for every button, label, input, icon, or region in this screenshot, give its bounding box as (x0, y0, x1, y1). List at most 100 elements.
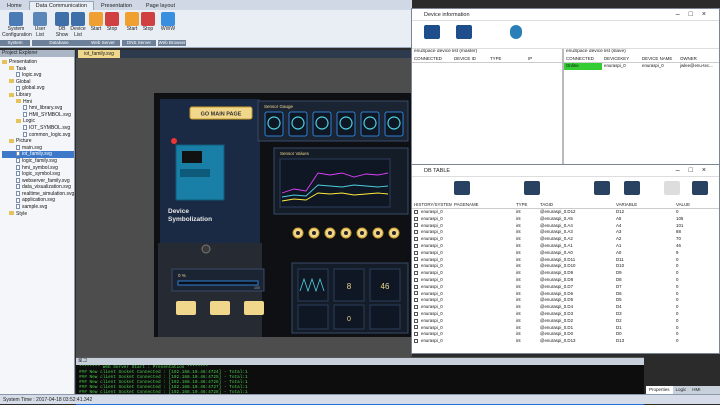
db-export-icon[interactable] (594, 181, 610, 195)
db-row[interactable]: enuraspi_0 int @enuraspi_0.D7 D7 0 (412, 284, 719, 291)
device-row[interactable]: Online enuraspi_0 enuraspi_0 jwlee@enu-tec.… (564, 63, 719, 70)
tree-item[interactable]: Presentation (2, 59, 74, 66)
ribbon-tab[interactable]: Presentation (94, 1, 139, 10)
db-row[interactable]: enuraspi_0 int @enuraspi_0.A5 A5 105 (412, 216, 719, 223)
column-header[interactable]: TYPE (488, 55, 526, 62)
history-checkbox[interactable] (414, 311, 418, 316)
db-icon[interactable] (454, 181, 470, 195)
history-checkbox[interactable] (414, 243, 418, 248)
tree-item[interactable]: common_logic.svg (2, 132, 74, 139)
db-row[interactable]: enuraspi_0 int @enuraspi_0.D11 D11 0 (412, 257, 719, 264)
tree-item[interactable]: Logic (2, 118, 74, 125)
tree-item[interactable]: logic_family.svg (2, 158, 74, 165)
ribbon-tab[interactable]: Data Communication (28, 1, 95, 10)
db-row[interactable]: enuraspi_0 int @enuraspi_0.A0 A0 9 (412, 250, 719, 257)
tree-item[interactable]: webserver_family.svg (2, 178, 74, 185)
history-checkbox[interactable] (414, 223, 418, 228)
db-row[interactable]: enuraspi_0 int @enuraspi_0.D9 D9 0 (412, 270, 719, 277)
db-row[interactable]: enuraspi_0 int @enuraspi_0.D0 D0 0 (412, 331, 719, 338)
fan-button[interactable] (176, 301, 196, 315)
column-header[interactable]: DEVICEKEY (602, 55, 640, 62)
db-row[interactable]: enuraspi_0 int @enuraspi_0.D12 D12 0 (412, 209, 719, 216)
light-button[interactable] (210, 301, 230, 315)
ribbon-button[interactable]: Stop (140, 12, 156, 33)
column-header[interactable]: OWNER (678, 55, 718, 62)
column-header[interactable]: DEVICE ID (452, 55, 488, 62)
column-header[interactable]: PAGENAME (452, 201, 514, 208)
db-row[interactable]: enuraspi_0 int @enuraspi_0.A3 A3 88 (412, 229, 719, 236)
tree-item[interactable]: IOT_SYMBOL.svg (2, 125, 74, 132)
tree-item[interactable]: application.svg (2, 197, 74, 204)
ribbon-button[interactable]: Start (124, 12, 140, 33)
history-checkbox[interactable] (414, 230, 418, 235)
db-row[interactable]: enuraspi_0 int @enuraspi_0.A4 A4 101 (412, 223, 719, 230)
ribbon-button[interactable]: Device List (70, 12, 86, 38)
tree-item[interactable]: main.svg (2, 145, 74, 152)
column-header[interactable]: CONNECTED (564, 55, 602, 62)
db-compare-icon[interactable] (524, 181, 540, 195)
db-row[interactable]: enuraspi_0 int @enuraspi_0.D3 D3 0 (412, 311, 719, 318)
tree-item[interactable]: HMI_SYMBOL.svg (2, 112, 74, 119)
history-checkbox[interactable] (414, 250, 418, 255)
history-checkbox[interactable] (414, 318, 418, 323)
tree-item[interactable]: logic_symbol.svg (2, 171, 74, 178)
tree-item[interactable]: Library (2, 92, 74, 99)
tree-item[interactable]: logic.svg (2, 72, 74, 79)
column-header[interactable]: DEVICE NAME (640, 55, 678, 62)
history-checkbox[interactable] (414, 264, 418, 269)
db-row[interactable]: enuraspi_0 int @enuraspi_0.D13 D13 0 (412, 338, 719, 345)
tree-item[interactable]: Picture (2, 138, 74, 145)
history-checkbox[interactable] (414, 284, 418, 289)
bar-chart-icon[interactable] (664, 181, 680, 195)
db-row[interactable]: enuraspi_0 int @enuraspi_0.A2 A2 70 (412, 236, 719, 243)
column-header[interactable]: TYPE (514, 201, 538, 208)
db-row[interactable]: enuraspi_0 int @enuraspi_0.D1 D1 0 (412, 325, 719, 332)
history-checkbox[interactable] (414, 209, 418, 214)
tree-item[interactable]: realtime_simulation.svg (2, 191, 74, 198)
history-checkbox[interactable] (414, 257, 418, 262)
tree-item[interactable]: Hmi (2, 99, 74, 106)
column-header[interactable]: IP (526, 55, 562, 62)
right-panel-tab[interactable]: Properties (646, 386, 673, 394)
db-row[interactable]: enuraspi_0 int @enuraspi_0.D4 D4 0 (412, 304, 719, 311)
history-checkbox[interactable] (414, 325, 418, 330)
history-checkbox[interactable] (414, 271, 418, 276)
tree-item[interactable]: hmi_library.svg (2, 105, 74, 112)
right-panel-tab[interactable]: Logic (673, 386, 690, 394)
column-header[interactable]: VARIABLE (614, 201, 674, 208)
history-checkbox[interactable] (414, 277, 418, 282)
history-checkbox[interactable] (414, 291, 418, 296)
monitor-button[interactable] (244, 301, 264, 315)
db-row[interactable]: enuraspi_0 int @enuraspi_0.D10 D10 0 (412, 263, 719, 270)
tree-item[interactable]: global.svg (2, 85, 74, 92)
db-row[interactable]: enuraspi_0 int @enuraspi_0.D8 D8 0 (412, 277, 719, 284)
db-row[interactable]: enuraspi_0 int @enuraspi_0.D5 D5 0 (412, 297, 719, 304)
window-controls[interactable]: –□× (676, 165, 715, 177)
column-header[interactable]: TAGID (538, 201, 614, 208)
db-import-icon[interactable] (624, 181, 640, 195)
device-disconnect-icon[interactable] (456, 25, 472, 39)
ribbon-tab[interactable]: Home (0, 1, 29, 10)
ribbon-button[interactable]: Start (88, 12, 104, 33)
db-row[interactable]: enuraspi_0 int @enuraspi_0.D6 D6 0 (412, 291, 719, 298)
history-checkbox[interactable] (414, 216, 418, 221)
tree-item[interactable]: Style (2, 211, 74, 218)
tree-item[interactable]: data_visualization.svg (2, 184, 74, 191)
column-header[interactable]: HISTORY/SYSTEM (412, 201, 452, 208)
tree-item[interactable]: Global (2, 79, 74, 86)
tree-item[interactable]: iot_family.svg (2, 151, 74, 158)
history-checkbox[interactable] (414, 332, 418, 337)
column-header[interactable]: VALUE (674, 201, 714, 208)
ribbon-button[interactable]: Stop (104, 12, 120, 33)
document-tab[interactable]: iot_family.svg (78, 50, 120, 58)
device-connect-icon[interactable] (424, 25, 440, 39)
db-row[interactable]: enuraspi_0 int @enuraspi_0.D2 D2 0 (412, 318, 719, 325)
column-header[interactable]: CONNECTED (412, 55, 452, 62)
ribbon-button[interactable]: System Configuration (2, 12, 32, 38)
network-icon[interactable] (510, 25, 522, 39)
tree-item[interactable]: hmi_symbol.svg (2, 165, 74, 172)
ribbon-button[interactable]: User List (32, 12, 48, 38)
ribbon-tab[interactable]: Page layout (139, 1, 182, 10)
tree-item[interactable]: sample.svg (2, 204, 74, 211)
history-checkbox[interactable] (414, 237, 418, 242)
